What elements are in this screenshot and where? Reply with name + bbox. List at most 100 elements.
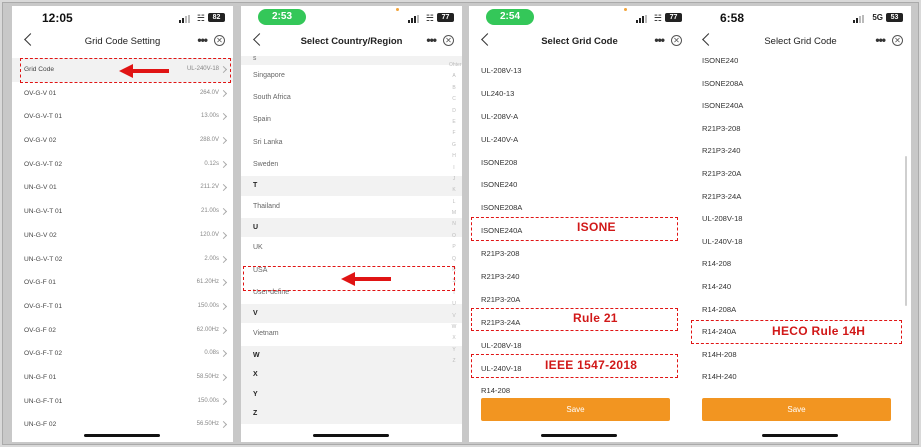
index-letter[interactable]: E <box>449 117 459 128</box>
row-value: 58.50Hz <box>196 373 219 380</box>
setting-row[interactable]: OV-G-F 01 61.20Hz <box>12 271 233 295</box>
section-header: Z <box>241 404 462 425</box>
index-letter[interactable]: P <box>449 242 459 253</box>
grid-code-item[interactable]: R21P3-20A <box>469 289 690 312</box>
setting-row[interactable]: OV-G-V-T 01 13.00s <box>12 105 233 129</box>
save-button[interactable]: Save <box>481 398 670 421</box>
grid-code-item[interactable]: ISONE240 <box>469 174 690 197</box>
close-circle-icon[interactable]: ✕ <box>443 35 454 46</box>
index-letter[interactable]: M <box>449 208 459 219</box>
index-letter[interactable]: X <box>449 333 459 344</box>
country-item[interactable]: Sweden <box>241 154 462 176</box>
grid-code-item[interactable]: ISONE208A <box>690 73 911 96</box>
country-item[interactable]: Spain <box>241 109 462 131</box>
chevron-right-icon <box>219 421 228 429</box>
close-circle-icon[interactable]: ✕ <box>214 35 225 46</box>
index-letter[interactable]: C <box>449 94 459 105</box>
index-letter[interactable]: I <box>449 163 459 174</box>
country-item[interactable]: UK <box>241 237 462 259</box>
setting-row[interactable]: UN-G-V-T 02 2.00s <box>12 248 233 272</box>
nav-bar: Select Grid Code ••• ✕ <box>469 32 690 54</box>
index-letter[interactable]: G <box>449 140 459 151</box>
grid-code-item[interactable]: UL-208V-18 <box>469 335 690 358</box>
setting-row[interactable]: OV-G-V 02 288.0V <box>12 129 233 153</box>
chevron-right-icon <box>219 373 228 381</box>
grid-code-item[interactable]: R21P3-24A <box>690 186 911 209</box>
setting-row[interactable]: OV-G-V 01 264.0V <box>12 82 233 106</box>
index-letter[interactable]: Z <box>449 356 459 367</box>
close-circle-icon[interactable]: ✕ <box>892 35 903 46</box>
grid-code-item[interactable]: UL-240V-18 <box>690 231 911 254</box>
chevron-right-icon <box>219 279 228 287</box>
more-dots-icon[interactable]: ••• <box>654 33 665 47</box>
scrollbar[interactable] <box>905 156 907 306</box>
index-letter[interactable]: A <box>449 71 459 82</box>
more-dots-icon[interactable]: ••• <box>875 33 886 47</box>
index-letter[interactable]: Ohter <box>449 60 462 71</box>
index-letter[interactable]: H <box>449 151 459 162</box>
setting-row[interactable]: OV-G-F-T 02 0.08s <box>12 342 233 366</box>
country-item[interactable]: Thailand <box>241 196 462 218</box>
alphabet-index[interactable]: Ohter A B C D E F G H I J K L M N O P Q R S T U V W X Y Z <box>449 60 462 368</box>
grid-code-item[interactable]: R14-240 <box>690 276 911 299</box>
close-circle-icon[interactable]: ✕ <box>671 35 682 46</box>
annotation-ieee: IEEE 1547-2018 <box>545 358 638 372</box>
grid-code-item[interactable]: R14H-240 <box>690 366 911 389</box>
grid-code-item[interactable]: R21P3-240 <box>469 266 690 289</box>
grid-code-item[interactable]: R14-208 <box>690 253 911 276</box>
grid-code-item[interactable]: R14H-208 <box>690 344 911 367</box>
more-dots-icon[interactable]: ••• <box>426 33 437 47</box>
grid-code-item[interactable]: R21P3-240 <box>690 140 911 163</box>
country-item[interactable]: South Africa <box>241 87 462 109</box>
grid-code-item[interactable]: UL-208V-18 <box>690 208 911 231</box>
grid-code-item[interactable]: ISONE208 <box>469 152 690 175</box>
setting-row[interactable]: OV-G-V-T 02 0.12s <box>12 153 233 177</box>
grid-code-item[interactable]: UL240-13 <box>469 83 690 106</box>
grid-code-item[interactable]: R21P3-208 <box>469 243 690 266</box>
grid-code-item[interactable]: R21P3-208 <box>690 118 911 141</box>
index-letter[interactable]: F <box>449 128 459 139</box>
index-letter[interactable]: Q <box>449 254 459 265</box>
index-letter[interactable]: W <box>449 322 459 333</box>
home-indicator <box>313 434 389 437</box>
index-letter[interactable]: N <box>449 219 459 230</box>
setting-row[interactable]: UN-G-V-T 01 21.00s <box>12 200 233 224</box>
index-letter[interactable]: R <box>449 265 459 276</box>
grid-code-item[interactable]: UL-208V-13 <box>469 60 690 83</box>
setting-row[interactable]: OV-G-F 02 62.00Hz <box>12 319 233 343</box>
setting-row[interactable]: UN-G-F-T 01 150.00s <box>12 390 233 414</box>
chevron-right-icon <box>219 160 228 168</box>
index-letter[interactable]: L <box>449 197 459 208</box>
index-letter[interactable]: V <box>449 311 459 322</box>
index-letter[interactable]: J <box>449 174 459 185</box>
grid-code-item[interactable]: ISONE208A <box>469 197 690 220</box>
grid-code-item[interactable]: ISONE240A <box>690 95 911 118</box>
grid-code-item[interactable]: ISONE240 <box>690 50 911 73</box>
setting-row[interactable]: OV-G-F-T 01 150.00s <box>12 295 233 319</box>
index-letter[interactable]: Y <box>449 345 459 356</box>
country-item[interactable]: Vietnam <box>241 323 462 345</box>
grid-code-item[interactable]: R21P3-20A <box>690 163 911 186</box>
index-letter[interactable]: D <box>449 106 459 117</box>
country-item[interactable]: Sri Lanka <box>241 132 462 154</box>
index-letter[interactable]: K <box>449 185 459 196</box>
setting-row[interactable]: UN-G-F 01 58.50Hz <box>12 366 233 390</box>
index-letter[interactable]: T <box>449 288 459 299</box>
row-value: 120.0V <box>199 231 219 238</box>
index-letter[interactable]: O <box>449 231 459 242</box>
chevron-right-icon <box>219 208 228 216</box>
index-letter[interactable]: U <box>449 299 459 310</box>
grid-code-item[interactable]: UL-208V-A <box>469 106 690 129</box>
grid-code-item[interactable]: UL-240V-A <box>469 129 690 152</box>
country-item[interactable]: Singapore <box>241 65 462 87</box>
index-letter[interactable]: B <box>449 83 459 94</box>
index-letter[interactable]: S <box>449 276 459 287</box>
setting-row[interactable]: UN-G-V 01 211.2V <box>12 176 233 200</box>
save-button[interactable]: Save <box>702 398 891 421</box>
more-dots-icon[interactable]: ••• <box>197 33 208 47</box>
setting-row[interactable]: UN-G-V 02 120.0V <box>12 224 233 248</box>
row-label: UN-G-V 02 <box>24 231 57 239</box>
grid-code-item[interactable]: R14-208A <box>690 299 911 322</box>
chevron-right-icon <box>219 89 228 97</box>
chevron-right-icon <box>219 397 228 405</box>
